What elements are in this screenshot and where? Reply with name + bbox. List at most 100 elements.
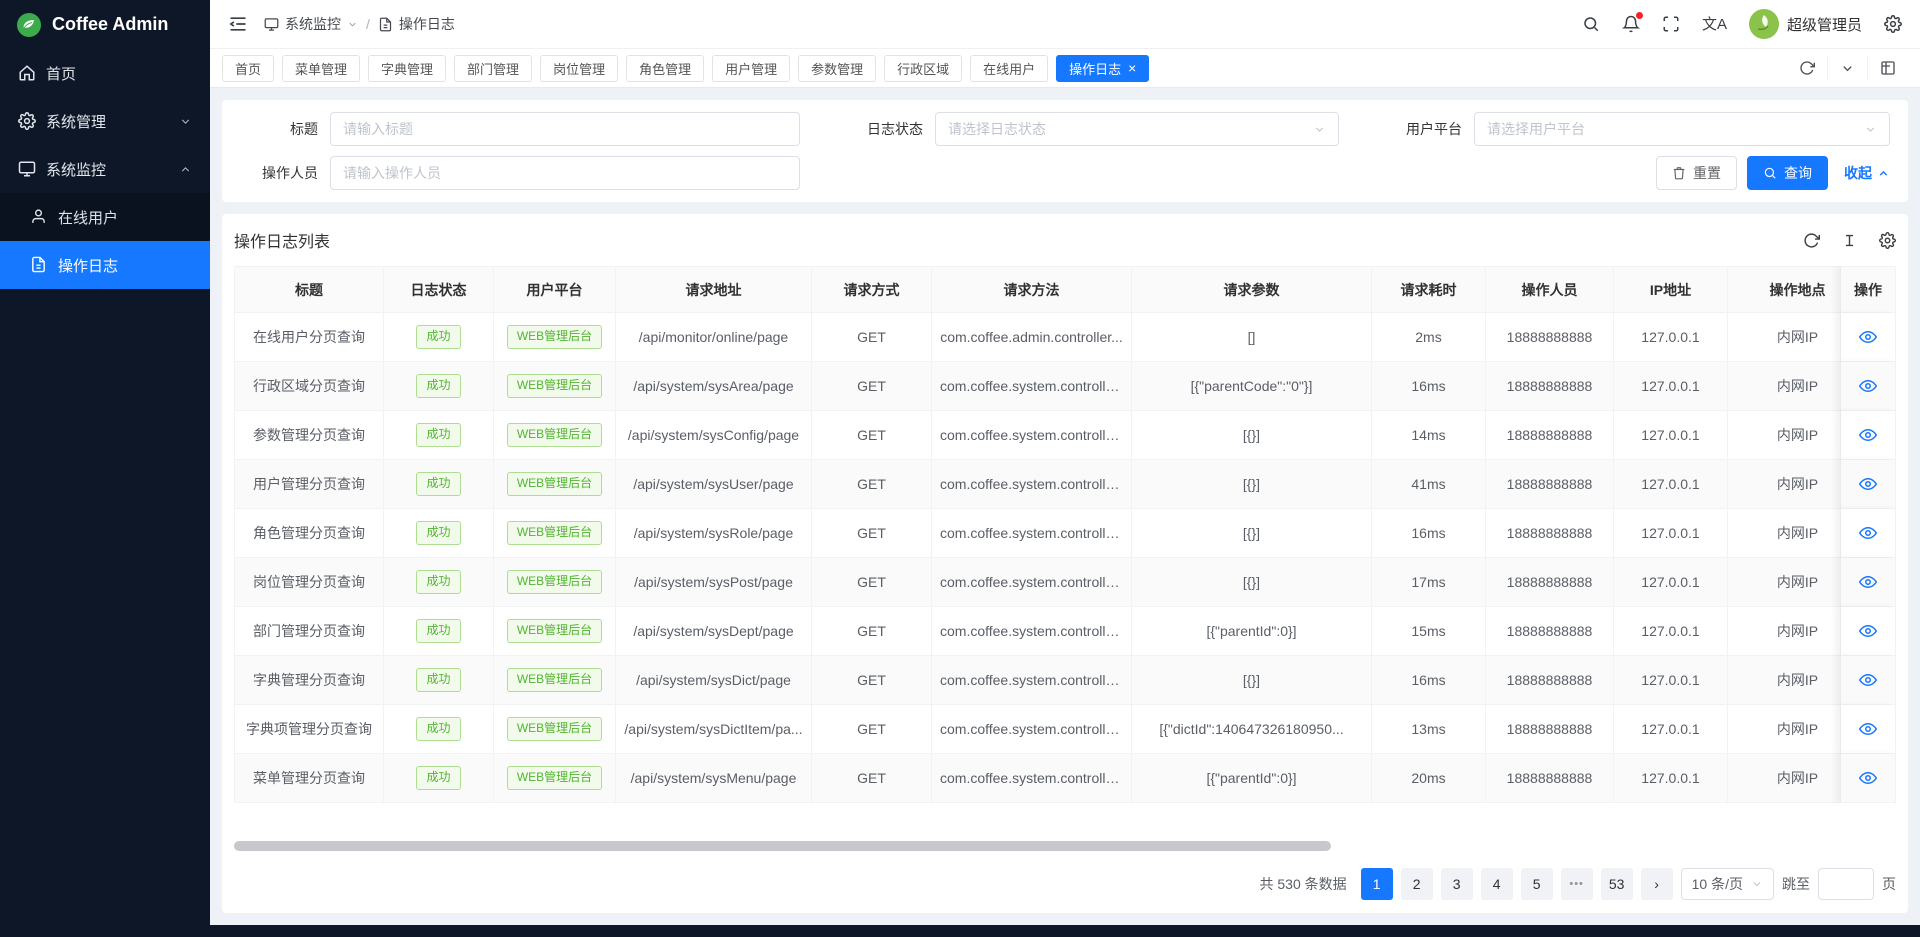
status-tag: 成功 — [416, 423, 460, 447]
collapse-filters-link[interactable]: 收起 — [1844, 163, 1890, 183]
sidebar-item-system-management[interactable]: 系统管理 — [0, 97, 210, 145]
sidebar: Coffee Admin 首页 系统管理 — [0, 0, 210, 937]
view-detail-icon[interactable] — [1859, 573, 1877, 591]
cell-method: GET — [812, 607, 932, 656]
cell-platform: WEB管理后台 — [494, 607, 616, 656]
breadcrumb-parent[interactable]: 系统监控 — [264, 14, 358, 34]
view-detail-icon[interactable] — [1859, 671, 1877, 689]
column-settings-icon[interactable] — [1878, 231, 1896, 249]
view-detail-icon[interactable] — [1859, 524, 1877, 542]
chevron-down-icon[interactable] — [1827, 56, 1867, 80]
tab-label: 参数管理 — [811, 59, 863, 78]
platform-tag: WEB管理后台 — [507, 570, 602, 594]
sidebar-item-online-users[interactable]: 在线用户 — [0, 193, 210, 241]
tab-9[interactable]: 行政区域 — [884, 55, 962, 82]
breadcrumb-current: 操作日志 — [378, 14, 455, 34]
tab-6[interactable]: 角色管理 — [626, 55, 704, 82]
cell-platform: WEB管理后台 — [494, 754, 616, 803]
translate-icon[interactable]: 文A — [1702, 17, 1727, 32]
search-icon — [1763, 166, 1777, 180]
refresh-icon[interactable] — [1787, 56, 1827, 80]
cell-action[interactable] — [1840, 607, 1896, 656]
collapse-sidebar-icon[interactable] — [228, 14, 248, 34]
reset-button[interactable]: 重置 — [1656, 156, 1737, 190]
page-size-select[interactable]: 10 条/页 — [1681, 868, 1774, 900]
cell-method: GET — [812, 362, 932, 411]
bell-icon[interactable] — [1622, 15, 1640, 33]
chevron-down-icon — [347, 19, 358, 30]
sidebar-item-operation-logs[interactable]: 操作日志 — [0, 241, 210, 289]
horizontal-scrollbar-thumb[interactable] — [234, 841, 1331, 851]
tab-label: 首页 — [235, 59, 261, 78]
operator-filter-input[interactable] — [330, 156, 800, 190]
search-button[interactable]: 查询 — [1747, 156, 1828, 190]
home-icon — [18, 64, 36, 82]
cell-action[interactable] — [1840, 754, 1896, 803]
page-ellipsis[interactable]: ••• — [1561, 868, 1593, 900]
view-detail-icon[interactable] — [1859, 622, 1877, 640]
tab-11[interactable]: 操作日志× — [1056, 55, 1149, 82]
tab-4[interactable]: 部门管理 — [454, 55, 532, 82]
view-detail-icon[interactable] — [1859, 769, 1877, 787]
cell-ip: 127.0.0.1 — [1614, 607, 1728, 656]
table-row: 用户管理分页查询成功WEB管理后台/api/system/sysUser/pag… — [234, 460, 1896, 509]
jump-page-input[interactable] — [1818, 868, 1874, 900]
content-area: 标题 日志状态 请选择日志状态 用户平台 — [210, 88, 1920, 925]
view-detail-icon[interactable] — [1859, 475, 1877, 493]
page-button-4[interactable]: 4 — [1481, 868, 1513, 900]
log-list-card: 操作日志列表 标题日志状态 — [222, 214, 1908, 913]
next-page-button[interactable]: › — [1641, 868, 1673, 900]
platform-tag: WEB管理后台 — [507, 668, 602, 692]
tab-5[interactable]: 岗位管理 — [540, 55, 618, 82]
tab-8[interactable]: 参数管理 — [798, 55, 876, 82]
column-header: 请求参数 — [1132, 266, 1372, 313]
fullscreen-icon[interactable] — [1662, 15, 1680, 33]
user-icon — [30, 208, 48, 226]
page-button-53[interactable]: 53 — [1601, 868, 1633, 900]
title-filter-input[interactable] — [330, 112, 800, 146]
cell-action[interactable] — [1840, 509, 1896, 558]
page-button-3[interactable]: 3 — [1441, 868, 1473, 900]
user-platform-select[interactable]: 请选择用户平台 — [1474, 112, 1890, 146]
chevron-up-icon — [1877, 167, 1890, 180]
cell-action[interactable] — [1840, 558, 1896, 607]
cell-action[interactable] — [1840, 460, 1896, 509]
cell-action[interactable] — [1840, 362, 1896, 411]
cell-action[interactable] — [1840, 313, 1896, 362]
cell-action[interactable] — [1840, 705, 1896, 754]
sidebar-menu: 首页 系统管理 系统监控 — [0, 49, 210, 289]
table-empty-space — [234, 803, 1896, 837]
tab-close-icon[interactable]: × — [1128, 61, 1136, 75]
cell-action[interactable] — [1840, 656, 1896, 705]
sidebar-item-label: 操作日志 — [58, 255, 118, 276]
tab-10[interactable]: 在线用户 — [970, 55, 1048, 82]
platform-tag: WEB管理后台 — [507, 717, 602, 741]
view-detail-icon[interactable] — [1859, 328, 1877, 346]
sidebar-item-system-monitor[interactable]: 系统监控 — [0, 145, 210, 193]
app-root: Coffee Admin 首页 系统管理 — [0, 0, 1920, 937]
view-detail-icon[interactable] — [1859, 426, 1877, 444]
cell-handler: com.coffee.system.controlle... — [932, 411, 1132, 460]
tab-1[interactable]: 首页 — [222, 55, 274, 82]
layout-icon[interactable] — [1867, 56, 1908, 80]
cell-action[interactable] — [1840, 411, 1896, 460]
page-button-1[interactable]: 1 — [1361, 868, 1393, 900]
page-button-2[interactable]: 2 — [1401, 868, 1433, 900]
gear-icon[interactable] — [1884, 15, 1902, 33]
cell-status: 成功 — [384, 656, 494, 705]
tab-2[interactable]: 菜单管理 — [282, 55, 360, 82]
tab-3[interactable]: 字典管理 — [368, 55, 446, 82]
cell-operator: 18888888888 — [1486, 656, 1614, 705]
page-button-5[interactable]: 5 — [1521, 868, 1553, 900]
view-detail-icon[interactable] — [1859, 377, 1877, 395]
cell-title: 部门管理分页查询 — [234, 607, 384, 656]
cell-url: /api/system/sysDict/page — [616, 656, 812, 705]
user-menu[interactable]: 超级管理员 — [1749, 9, 1862, 39]
log-status-select[interactable]: 请选择日志状态 — [935, 112, 1339, 146]
search-icon[interactable] — [1582, 15, 1600, 33]
sidebar-item-home[interactable]: 首页 — [0, 49, 210, 97]
tab-7[interactable]: 用户管理 — [712, 55, 790, 82]
refresh-icon[interactable] — [1802, 231, 1820, 249]
row-height-icon[interactable] — [1840, 231, 1858, 249]
view-detail-icon[interactable] — [1859, 720, 1877, 738]
